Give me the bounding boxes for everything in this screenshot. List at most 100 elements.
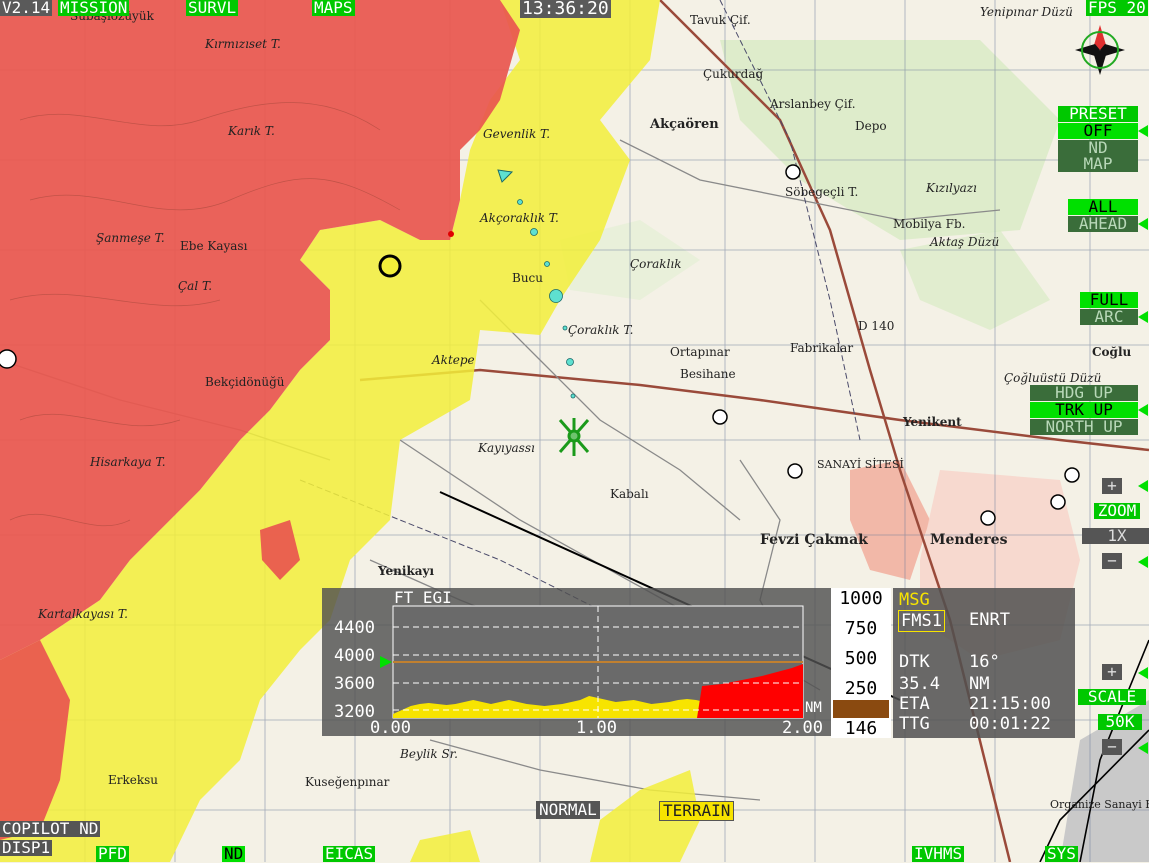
terrain-button[interactable]: TERRAIN	[659, 801, 735, 821]
map-label: Fevzi Çakmak	[760, 532, 868, 548]
map-label: Besihane	[680, 367, 736, 381]
map-label: Çoraklık	[630, 257, 682, 271]
tab-ivhms[interactable]: IVHMS	[912, 846, 965, 862]
scale-label: SCALE	[1078, 689, 1146, 705]
map-label: Fabrikalar	[790, 341, 853, 355]
ahead-button[interactable]: AHEAD	[1068, 216, 1138, 232]
map-label: Yenikent	[902, 415, 962, 429]
softkey-arrow-icon	[1138, 218, 1148, 230]
alt-scale-current: 146	[844, 718, 878, 739]
tab-nd[interactable]: ND	[222, 846, 246, 862]
map-label: Çukurdağ	[703, 67, 763, 81]
map-label: Kartalkayası T.	[37, 607, 128, 621]
hdg-up-button[interactable]: HDG UP	[1030, 385, 1138, 401]
eta-label: ETA	[899, 694, 930, 714]
map-label: Çal T.	[178, 279, 212, 293]
msg-indicator[interactable]: MSG	[899, 590, 930, 610]
map-label: Kırmızıset T.	[204, 37, 281, 51]
alt-scale-tick: 500	[844, 648, 878, 669]
softkey-arrow-icon	[1138, 742, 1148, 754]
scale-plus-button[interactable]: +	[1102, 664, 1122, 680]
map-label: Tavuk Çif.	[690, 13, 751, 27]
tab-mission[interactable]: MISSION	[58, 0, 130, 16]
map-label: Kuseğenpınar	[305, 775, 390, 789]
full-button[interactable]: FULL	[1080, 292, 1138, 308]
disp1-label: DISP1	[0, 838, 53, 857]
preset-label: PRESET	[1058, 106, 1138, 122]
tab-pfd[interactable]: PFD	[96, 846, 129, 862]
profile-xtick: 2.00	[782, 718, 823, 738]
map-label: Akçaören	[649, 117, 719, 132]
zoom-minus-button[interactable]: −	[1102, 553, 1122, 569]
altitude-scale: 1000 750 500 250 146	[831, 588, 891, 739]
map-label: Coğlu	[1092, 345, 1132, 359]
eta-value: 21:15:00	[969, 694, 1051, 714]
dtk-value: 16°	[969, 652, 1000, 672]
aircraft-altitude-icon	[380, 656, 392, 668]
fps-readout: FPS 20	[1086, 0, 1148, 17]
map-label: Ebe Kayası	[180, 239, 248, 253]
trk-up-button[interactable]: TRK UP	[1030, 402, 1138, 418]
map-label: Bekçidönüğü	[205, 375, 285, 389]
map-label: Şanmeşe T.	[96, 231, 165, 245]
profile-ytick: 3200	[334, 702, 375, 722]
scale-minus-button[interactable]: −	[1102, 739, 1122, 755]
fms-source[interactable]: FMS1	[898, 610, 945, 632]
map-label: Yenipınar Düzü	[980, 5, 1073, 19]
tab-maps[interactable]: MAPS	[312, 0, 355, 16]
profile-xtick: 0.00	[370, 718, 411, 738]
ttg-value: 00:01:22	[969, 714, 1051, 734]
softkey-arrow-icon	[1138, 404, 1148, 416]
map-label: Aktepe	[431, 353, 475, 367]
alt-scale-tick: 250	[844, 678, 878, 699]
zoom-plus-button[interactable]: +	[1102, 478, 1122, 494]
map-label: Arslanbey Çif.	[769, 97, 856, 111]
map-label: Söbegeçli T.	[785, 185, 858, 199]
dtk-label: DTK	[899, 652, 930, 672]
softkey-arrow-icon	[1138, 667, 1148, 679]
profile-xtick: 1.00	[576, 718, 617, 738]
map-label: Kızılyazı	[925, 181, 977, 195]
alt-scale-tick: 750	[844, 618, 878, 639]
map-label: SANAYİ SİTESİ	[817, 457, 904, 471]
profile-ytick: 4400	[334, 618, 375, 638]
map-label: Bucu	[512, 271, 543, 285]
map-label: Ortapınar	[670, 345, 730, 359]
version-label: V2.14	[0, 0, 53, 17]
map-label: Organize Sanayi Bölgesi	[1050, 798, 1149, 811]
map-label: Hisarkaya T.	[89, 455, 166, 469]
tab-survl[interactable]: SURVL	[186, 0, 239, 16]
preset-off-button[interactable]: OFF	[1058, 123, 1138, 139]
map-label: Kayıyassı	[477, 441, 535, 455]
map-label[interactable]: MAP	[1058, 156, 1138, 172]
map-label: Beylik Sr.	[399, 747, 458, 761]
normal-button[interactable]: NORMAL	[536, 801, 600, 819]
profile-ytick: 3600	[334, 674, 375, 694]
vertical-profile-panel: FT EGI 4400 4000 3600 3200 0.00 1.00 2.0…	[322, 588, 831, 738]
profile-title: FT EGI	[394, 588, 452, 607]
map-label: Karık T.	[227, 124, 275, 138]
map-label: Erkeksu	[108, 773, 158, 787]
alt-scale-bar	[833, 700, 889, 718]
softkey-arrow-icon	[1138, 480, 1148, 492]
clock-readout: 13:36:20	[520, 0, 611, 19]
softkey-arrow-icon	[1138, 556, 1148, 568]
all-button[interactable]: ALL	[1068, 199, 1138, 215]
north-up-button[interactable]: NORTH UP	[1030, 419, 1138, 435]
arc-button[interactable]: ARC	[1080, 309, 1138, 325]
softkey-arrow-icon	[1138, 125, 1148, 137]
map-label: Aktaş Düzü	[929, 235, 999, 249]
scale-value: 50K	[1098, 714, 1142, 730]
tab-eicas[interactable]: EICAS	[323, 846, 376, 862]
dist-value: 35.4	[899, 674, 940, 694]
map-label: Kabalı	[610, 487, 649, 501]
fms-mode: ENRT	[969, 610, 1010, 630]
tab-sys[interactable]: SYS	[1045, 846, 1078, 862]
fms-info-panel: MSG FMS1 ENRT DTK 16° 35.4 NM ETA 21:15:…	[893, 588, 1075, 738]
map-label: Depo	[855, 119, 887, 133]
zoom-label: ZOOM	[1094, 503, 1140, 519]
map-label: Yenikayı	[377, 564, 435, 578]
softkey-arrow-icon	[1138, 311, 1148, 323]
map-label: Akçoraklık T.	[479, 211, 559, 225]
ttg-label: TTG	[899, 714, 930, 734]
